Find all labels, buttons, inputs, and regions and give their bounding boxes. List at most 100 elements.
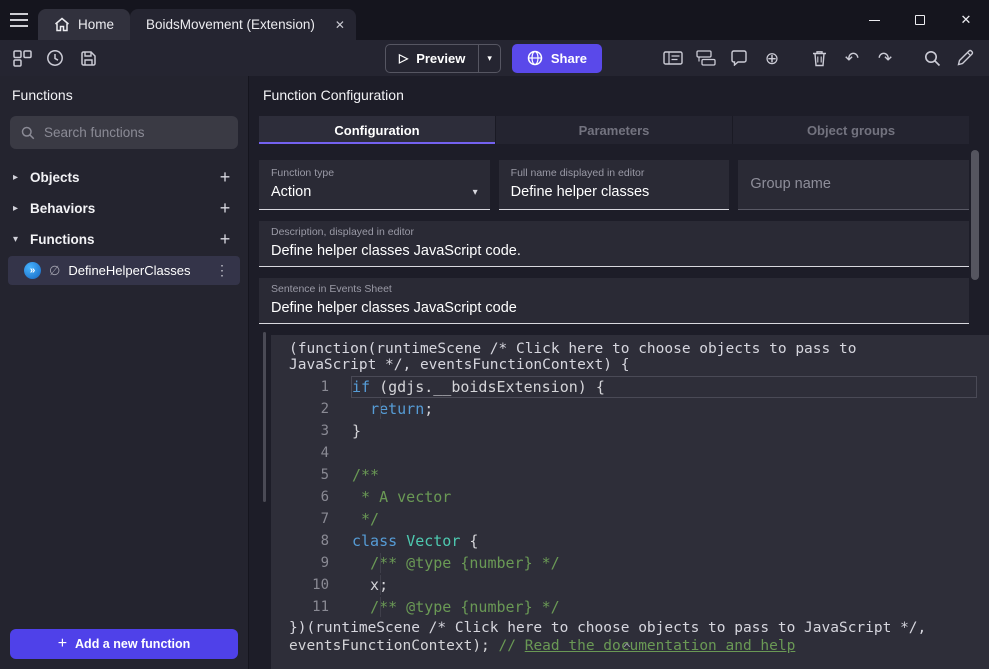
search-button[interactable]: [920, 46, 944, 70]
add-behavior-button[interactable]: +: [215, 198, 235, 219]
code-line[interactable]: 5/**: [271, 464, 989, 486]
play-icon: ▷: [399, 51, 408, 65]
field-label: Description, displayed in editor: [271, 226, 957, 238]
redo-button[interactable]: ↷: [873, 46, 897, 70]
code-token: [352, 598, 370, 616]
tab-configuration[interactable]: Configuration: [259, 116, 496, 144]
add-object-button[interactable]: +: [215, 167, 235, 188]
undo-icon: ↶: [845, 50, 859, 67]
code-token: /**: [352, 466, 379, 484]
minimize-button[interactable]: [851, 0, 897, 40]
undo-button[interactable]: ↶: [840, 46, 864, 70]
add-subevent-button[interactable]: [694, 46, 718, 70]
code-line[interactable]: 1if (gdjs.__boidsExtension) {: [271, 376, 989, 398]
line-number: 6: [271, 489, 351, 505]
delete-button[interactable]: [807, 46, 831, 70]
line-number: 9: [271, 555, 351, 571]
code-line[interactable]: 6 * A vector: [271, 486, 989, 508]
line-number: 7: [271, 511, 351, 527]
editor-header-line2: JavaScript */, eventsFunctionContext) {: [271, 357, 989, 373]
add-new-function-button[interactable]: + Add a new function: [10, 629, 238, 659]
field-label: Full name displayed in editor: [511, 167, 718, 179]
maximize-button[interactable]: [897, 0, 943, 40]
function-type-select[interactable]: Function type Action ▾: [259, 160, 490, 210]
field-label: Function type: [271, 167, 478, 179]
tree-item-functions[interactable]: ▾ Functions +: [0, 224, 248, 255]
code-token: class: [352, 532, 397, 550]
window-controls: ✕: [851, 0, 989, 40]
sidebar-title: Functions: [0, 76, 248, 113]
line-number: 4: [271, 445, 351, 461]
code-line[interactable]: 4: [271, 442, 989, 464]
group-name-placeholder: Group name: [750, 176, 831, 192]
add-comment-button[interactable]: [727, 46, 751, 70]
search-icon: [924, 50, 941, 67]
code-line[interactable]: 10 x;: [271, 574, 989, 596]
close-tab-icon[interactable]: ✕: [335, 18, 345, 32]
code-line[interactable]: 3}: [271, 420, 989, 442]
share-button[interactable]: Share: [512, 44, 602, 73]
code-token: [352, 400, 370, 418]
tab-home[interactable]: Home: [38, 9, 130, 40]
kebab-menu-icon[interactable]: ⋮: [213, 262, 231, 279]
full-name-field[interactable]: Full name displayed in editor Define hel…: [499, 160, 730, 210]
documentation-link[interactable]: Read the documentation and help: [525, 638, 796, 654]
tree-item-objects[interactable]: ▸ Objects +: [0, 162, 248, 193]
tab-object-groups[interactable]: Object groups: [733, 116, 969, 144]
search-functions-input[interactable]: [44, 125, 227, 140]
save-icon: [80, 50, 97, 67]
line-number: 1: [271, 379, 351, 395]
plus-circle-icon: ⊕: [765, 50, 779, 67]
code-line[interactable]: 8class Vector {: [271, 530, 989, 552]
description-field[interactable]: Description, displayed in editor Define …: [259, 221, 969, 267]
chevron-right-icon: ▸: [13, 172, 30, 183]
tab-project-label: BoidsMovement (Extension): [146, 17, 315, 32]
editor-footer-line1: })(runtimeScene /* Click here to choose …: [271, 620, 989, 636]
sentence-field[interactable]: Sentence in Events Sheet Define helper c…: [259, 278, 969, 324]
configuration-tabbar: Configuration Parameters Object groups: [259, 116, 969, 144]
function-tree: ▸ Objects + ▸ Behaviors + ▾ Functions + …: [0, 162, 248, 619]
code-line[interactable]: 2 return;: [271, 398, 989, 420]
indent-guide: [380, 553, 381, 573]
sentence-value: Define helper classes JavaScript code: [271, 300, 517, 316]
preview-dropdown-button[interactable]: ▾: [479, 45, 500, 72]
layout-panels-icon: [13, 50, 32, 67]
code-line[interactable]: 9 /** @type {number} */: [271, 552, 989, 574]
search-box[interactable]: [10, 116, 238, 149]
titlebar: Home BoidsMovement (Extension) ✕ ✕: [0, 0, 989, 40]
add-other-events-button[interactable]: ⊕: [760, 46, 784, 70]
save-button[interactable]: [76, 46, 100, 70]
add-event-button[interactable]: [661, 46, 685, 70]
close-window-button[interactable]: ✕: [943, 0, 989, 40]
add-subevent-icon: [696, 50, 716, 66]
history-button[interactable]: [43, 46, 67, 70]
line-number: 8: [271, 533, 351, 549]
preview-button[interactable]: ▷ Preview: [386, 45, 478, 72]
add-new-function-label: Add a new function: [75, 637, 190, 651]
configuration-form: Function type Action ▾ Full name display…: [249, 144, 989, 335]
line-number: 5: [271, 467, 351, 483]
group-name-field[interactable]: Group name: [738, 160, 969, 210]
edit-theme-button[interactable]: [953, 46, 977, 70]
code-line[interactable]: 7 */: [271, 508, 989, 530]
hamburger-menu-button[interactable]: [0, 0, 38, 40]
field-label: Sentence in Events Sheet: [271, 283, 957, 295]
panel-left-scrollbar[interactable]: [263, 332, 266, 502]
home-icon: [54, 17, 70, 32]
code-line[interactable]: 11 /** @type {number} */: [271, 596, 989, 618]
project-manager-button[interactable]: [10, 46, 34, 70]
clock-icon: [46, 49, 64, 67]
tree-item-behaviors[interactable]: ▸ Behaviors +: [0, 193, 248, 224]
chevron-right-icon: ▸: [13, 203, 30, 214]
preview-split-button[interactable]: ▷ Preview ▾: [385, 44, 501, 73]
add-function-plus-button[interactable]: +: [215, 229, 235, 250]
tab-project[interactable]: BoidsMovement (Extension) ✕: [130, 9, 356, 40]
tab-parameters[interactable]: Parameters: [496, 116, 733, 144]
code-token: [352, 554, 370, 572]
panel-scrollbar-thumb[interactable]: [971, 150, 979, 280]
code-token: */: [352, 510, 379, 528]
code-editor[interactable]: (function(runtimeScene /* Click here to …: [271, 335, 989, 669]
code-token: Vector: [406, 532, 460, 550]
function-item-selected[interactable]: » ∅ DefineHelperClasses ⋮: [8, 256, 240, 285]
toolbar: ▷ Preview ▾ Share ⊕: [0, 40, 989, 76]
